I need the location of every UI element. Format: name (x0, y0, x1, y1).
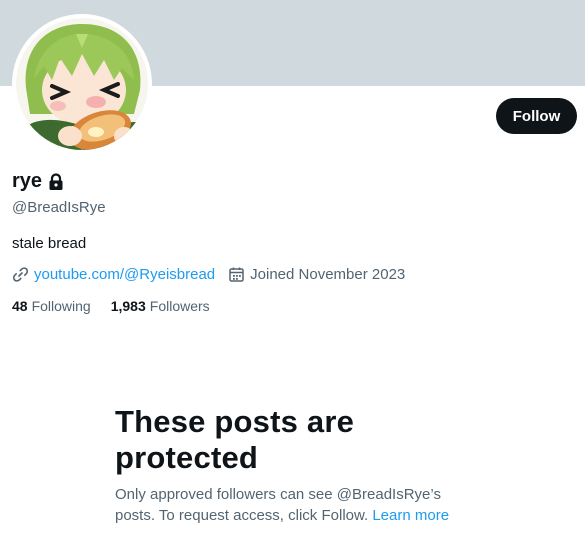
lock-icon[interactable] (48, 172, 64, 191)
profile-bio: stale bread (12, 235, 87, 252)
avatar-image (16, 18, 148, 150)
protected-message: Only approved followers can see @BreadIs… (115, 484, 470, 526)
follow-button[interactable]: Follow (496, 98, 577, 134)
display-name: rye (12, 170, 43, 192)
following-count: 48 (12, 298, 28, 314)
joined-date: Joined November 2023 (250, 266, 406, 283)
joined-item: Joined November 2023 (228, 266, 405, 283)
protected-title: These posts are protected (115, 404, 355, 475)
link-icon (12, 266, 29, 283)
followers-stat[interactable]: 1,983 Followers (111, 298, 210, 314)
following-stat[interactable]: 48 Following (12, 298, 91, 314)
followers-count: 1,983 (110, 298, 146, 314)
followers-label: Followers (149, 298, 210, 314)
display-name-row: rye (12, 170, 64, 193)
following-label: Following (31, 298, 91, 314)
profile-handle: @BreadIsRye (12, 199, 106, 216)
profile-meta: youtube.com/@Ryeisbread Joined November … (12, 266, 405, 283)
avatar[interactable] (12, 14, 152, 154)
website-link[interactable]: youtube.com/@Ryeisbread (34, 266, 215, 283)
website-item: youtube.com/@Ryeisbread (12, 266, 215, 283)
learn-more-link[interactable]: Learn more (372, 507, 449, 524)
profile-stats: 48 Following 1,983 Followers (12, 298, 210, 314)
calendar-icon (228, 266, 245, 283)
profile-page: Follow rye @BreadIsRye stale bread youtu… (0, 0, 585, 537)
